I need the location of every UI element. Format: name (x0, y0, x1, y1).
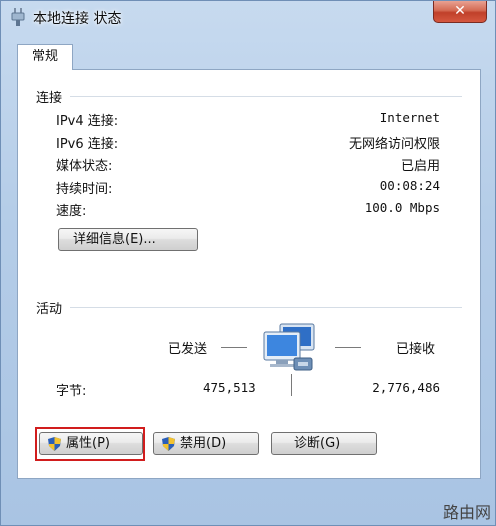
received-connector-line (335, 347, 361, 348)
title-bar[interactable]: 本地连接 状态 ✕ (1, 1, 495, 33)
window-title: 本地连接 状态 (33, 11, 122, 27)
ipv4-value: Internet (379, 110, 440, 125)
ipv4-label: IPv4 连接: (56, 114, 119, 129)
ipv6-label: IPv6 连接: (56, 137, 119, 152)
activity-group-divider (70, 307, 462, 308)
connection-group-label: 连接 (36, 91, 63, 106)
details-button[interactable]: 详细信息(E)... (58, 228, 198, 251)
close-button[interactable]: ✕ (433, 1, 487, 23)
details-button-label: 详细信息(E)... (73, 232, 156, 247)
disable-button-label: 禁用(D) (180, 436, 227, 451)
sent-connector-line (221, 347, 247, 348)
diagnose-button-label: 诊断(G) (294, 436, 341, 451)
connection-group-divider (70, 96, 462, 97)
network-computers-icon (263, 323, 315, 371)
diagnose-button[interactable]: 诊断(G) (271, 432, 377, 455)
activity-group-label: 活动 (36, 302, 63, 317)
tab-general[interactable]: 常规 (17, 44, 73, 70)
duration-value: 00:08:24 (379, 178, 440, 193)
close-icon: ✕ (454, 3, 466, 19)
disable-button[interactable]: 禁用(D) (153, 432, 259, 455)
general-panel: 连接 IPv4 连接: Internet IPv6 连接: 无网络访问权限 媒体… (17, 69, 481, 479)
network-icon-stem (291, 374, 292, 396)
ipv6-value: 无网络访问权限 (348, 137, 440, 152)
status-window: 本地连接 状态 ✕ 常规 连接 IPv4 连接: Internet IPv6 连… (0, 0, 496, 526)
bytes-received-value: 2,776,486 (372, 380, 440, 395)
duration-label: 持续时间: (56, 182, 113, 197)
bytes-label: 字节: (56, 384, 87, 399)
bytes-sent-value: 475,513 (203, 380, 256, 395)
sent-label: 已发送 (168, 342, 208, 357)
media-state-value: 已启用 (400, 159, 440, 174)
speed-label: 速度: (56, 204, 87, 219)
media-state-label: 媒体状态: (56, 159, 113, 174)
highlight-box (35, 427, 145, 461)
speed-value: 100.0 Mbps (364, 200, 440, 215)
network-plug-icon (11, 8, 25, 26)
site-watermark: 路由网 (442, 503, 491, 522)
received-label: 已接收 (396, 342, 436, 357)
uac-shield-icon (162, 437, 175, 451)
